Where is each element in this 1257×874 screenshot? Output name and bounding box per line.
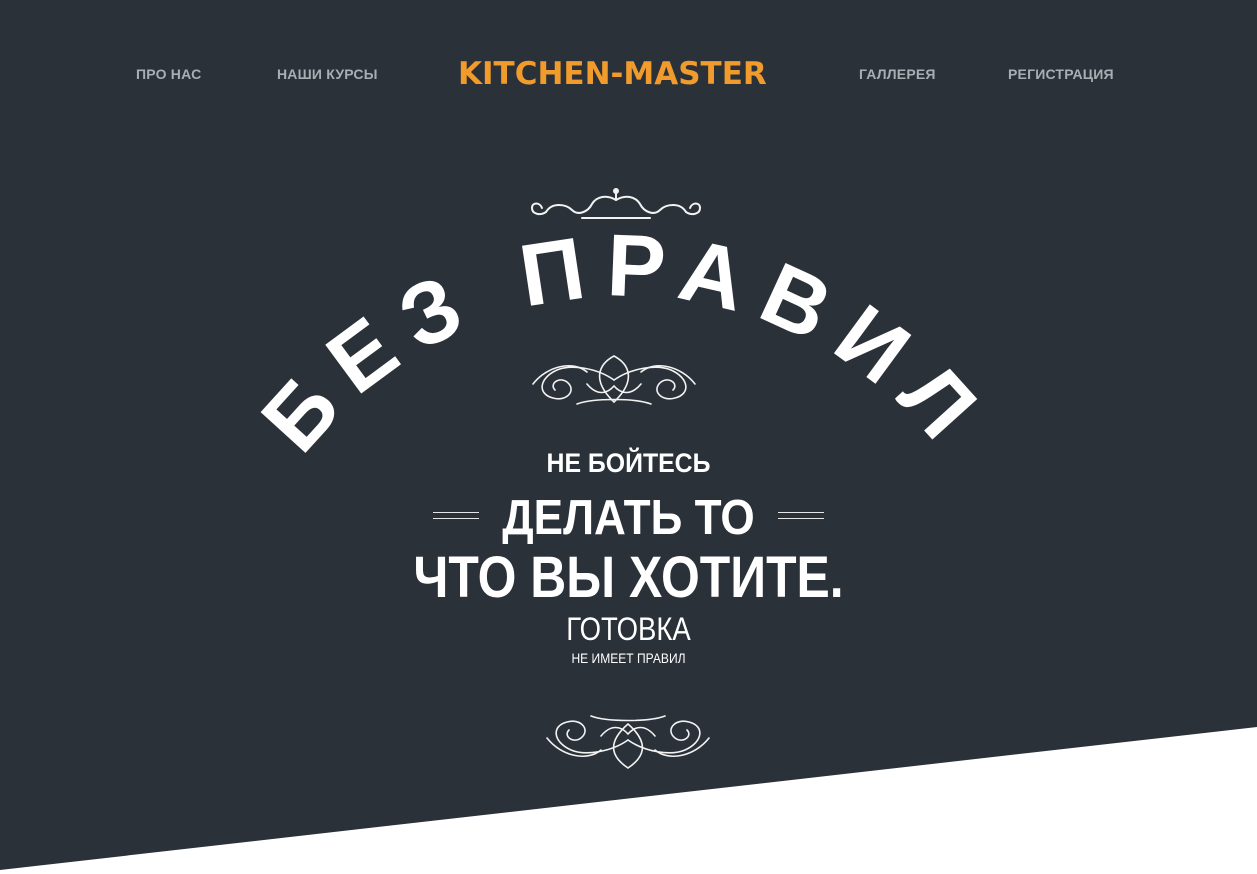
hero-line-no-rules: НЕ ИМЕЕТ ПРАВИЛ <box>571 650 686 666</box>
flourish-top-icon <box>530 188 702 219</box>
divider-rule-right <box>778 512 824 519</box>
flourish-middle-icon <box>532 355 696 405</box>
hero-line-cooking: ГОТОВКА <box>566 611 691 647</box>
hero-line-do-wrap: ДЕЛАТЬ ТО <box>0 490 1257 546</box>
hero-line-do: ДЕЛАТЬ ТО <box>502 491 755 545</box>
landing-page: ПРО НАС НАШИ КУРСЫ KITCHEN-MASTER ГАЛЛЕР… <box>0 0 1257 874</box>
hero-line-dont-fear: НЕ БОЙТЕСЬ <box>546 448 711 478</box>
hero-line-what-you-want: ЧТО ВЫ ХОТИТЕ. <box>413 545 844 610</box>
arc-title-text: БЕЗ ПРАВИЛ <box>242 215 989 470</box>
svg-text:БЕЗ ПРАВИЛ: БЕЗ ПРАВИЛ <box>242 215 1007 470</box>
flourish-bottom-icon <box>546 715 710 769</box>
